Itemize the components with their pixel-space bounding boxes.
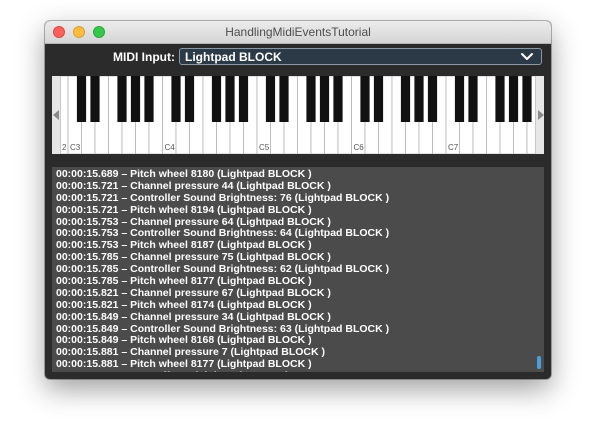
piano-black-key[interactable] [130, 76, 141, 122]
piano-black-key[interactable] [454, 76, 465, 122]
midi-keyboard[interactable]: 2 C3 C4 C5 C6 C7 [52, 76, 544, 154]
triangle-left-icon [53, 110, 59, 120]
piano-black-key[interactable] [238, 76, 249, 122]
window-title: HandlingMidiEventsTutorial [225, 25, 371, 39]
piano-black-key[interactable] [427, 76, 438, 122]
piano-black-key[interactable] [373, 76, 384, 122]
piano-black-key[interactable] [117, 76, 127, 122]
octave-label: C7 [448, 143, 459, 152]
piano-keys[interactable]: 2 C3 C4 C5 C6 C7 [61, 76, 535, 154]
piano-black-key[interactable] [360, 76, 370, 122]
log-line: 00:00:15.721 – Pitch wheel 8194 (Lightpa… [56, 203, 312, 216]
title-bar[interactable]: HandlingMidiEventsTutorial [45, 21, 551, 44]
app-window: HandlingMidiEventsTutorial MIDI Input: L… [45, 21, 551, 379]
log-line: 00:00:15.821 – Pitch wheel 8174 (Lightpa… [56, 298, 312, 311]
piano-black-key[interactable] [522, 76, 532, 122]
keyboard-scroll-left-button[interactable] [52, 76, 61, 154]
piano-black-key[interactable] [468, 76, 478, 122]
piano-black-key[interactable] [495, 76, 505, 122]
octave-label: C4 [165, 143, 176, 152]
log-line: 00:00:15.849 – Channel pressure 34 (Ligh… [56, 310, 331, 323]
piano-black-key[interactable] [211, 76, 222, 122]
piano-black-key[interactable] [279, 76, 289, 122]
octave-label: C5 [259, 143, 270, 152]
piano-black-key[interactable] [333, 76, 343, 122]
midi-input-dropdown[interactable]: Lightpad BLOCK [179, 48, 542, 65]
main-content: MIDI Input: Lightpad BLOCK 2 C3 C4 C5 C6 C7 [45, 44, 551, 379]
piano-black-key[interactable] [400, 76, 411, 122]
octave-label: 2 [62, 143, 67, 152]
piano-black-key[interactable] [414, 76, 424, 122]
log-line: 00:00:15.721 – Controller Sound Brightne… [56, 191, 390, 204]
piano-black-key[interactable] [319, 76, 330, 122]
piano-black-key[interactable] [265, 76, 276, 122]
midi-input-row: MIDI Input: Lightpad BLOCK [45, 44, 551, 69]
midi-message-log[interactable]: 00:00:15.689 – Pitch wheel 8180 (Lightpa… [52, 167, 544, 372]
octave-label: C3 [70, 143, 81, 152]
log-lines: 00:00:15.689 – Pitch wheel 8180 (Lightpa… [56, 168, 526, 372]
piano-black-key[interactable] [225, 76, 235, 122]
log-scrollbar[interactable] [537, 356, 541, 369]
piano-black-key[interactable] [144, 76, 154, 122]
octave-label: C6 [354, 143, 365, 152]
piano-black-key[interactable] [171, 76, 181, 122]
piano-black-key[interactable] [76, 76, 87, 122]
piano-black-key[interactable] [90, 76, 100, 122]
log-line: 00:00:15.721 – Channel pressure 44 (Ligh… [56, 179, 331, 192]
triangle-right-icon [538, 110, 544, 120]
midi-input-selected-value: Lightpad BLOCK [185, 50, 282, 64]
keyboard-scroll-right-button[interactable] [535, 76, 544, 154]
piano-black-key[interactable] [306, 76, 316, 122]
midi-input-label: MIDI Input: [113, 50, 175, 64]
log-line: 00:00:15.913 – Note off A#3 (Lightpad BL… [56, 370, 526, 372]
log-line: 00:00:15.821 – Channel pressure 67 (Ligh… [56, 286, 331, 299]
chevron-down-icon [521, 53, 533, 60]
piano-black-key[interactable] [184, 76, 195, 122]
piano-black-key[interactable] [508, 76, 519, 122]
